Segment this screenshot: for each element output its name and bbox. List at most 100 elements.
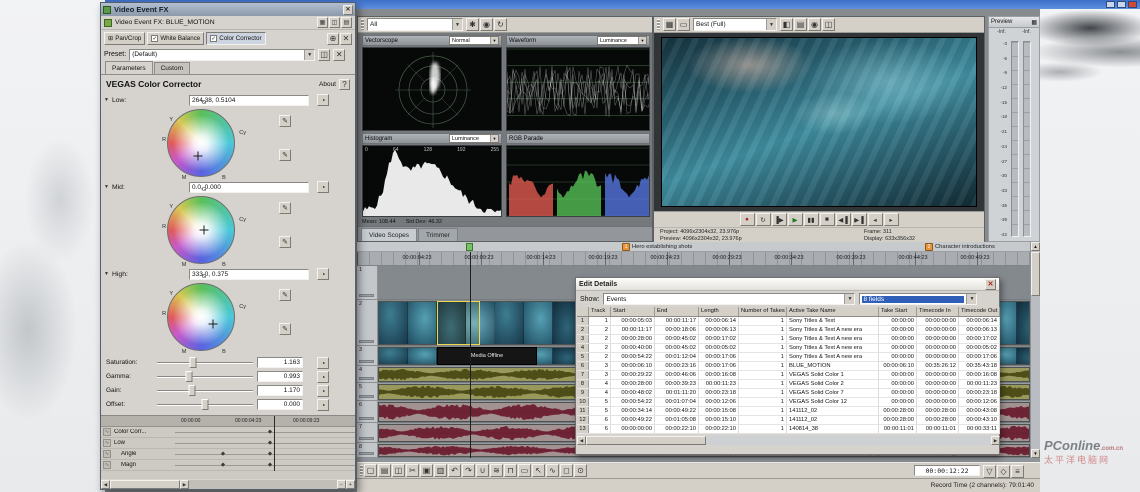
keyframe-ruler[interactable]: 00:00:0000:00:04:2300:00:09:23: [101, 416, 355, 427]
checkbox-checked-icon[interactable]: ✓: [210, 35, 217, 42]
chain-button-white-balance[interactable]: ✓ White Balance: [147, 32, 204, 45]
keyframe-row-magn[interactable]: ∿Magn◆◆: [101, 460, 355, 471]
offset-slider[interactable]: [157, 398, 253, 411]
tab-trimmer[interactable]: Trimmer: [418, 228, 458, 241]
copy-icon[interactable]: ▣: [420, 464, 433, 477]
saturation-value-field[interactable]: 1.163: [257, 357, 303, 368]
edit-details-hscrollbar[interactable]: ◀ ▶: [577, 436, 1000, 445]
color-wheel-mid[interactable]: GCyBMRY: [161, 193, 251, 268]
wheel-value-field[interactable]: 333.0, 0.375: [189, 269, 309, 280]
saturation-slider[interactable]: [157, 356, 253, 369]
keyframe-lane[interactable]: ◆: [175, 427, 355, 437]
keyframe-row-colorcorr[interactable]: ∿Color Corr...◆: [101, 427, 355, 438]
paste-icon[interactable]: ▥: [434, 464, 447, 477]
eyedropper-icon[interactable]: ✎: [279, 202, 291, 214]
auto-ripple-icon[interactable]: ≋: [490, 464, 503, 477]
collapse-icon[interactable]: ▼: [104, 184, 109, 190]
keyframe-row-angle[interactable]: ∿Angle◆◆: [101, 449, 355, 460]
more-tools-icon[interactable]: ≡: [1011, 465, 1024, 478]
wheel-crosshair[interactable]: [194, 152, 203, 161]
animate-high-icon[interactable]: ◔: [317, 268, 329, 280]
scope-source-dropdown[interactable]: All▼: [367, 18, 463, 31]
column-header-active-take-name[interactable]: Active Take Name: [787, 307, 879, 316]
slider-thumb[interactable]: [185, 371, 192, 382]
fx-window-title-bar[interactable]: Video Event FX ✕: [101, 3, 355, 16]
color-wheel[interactable]: [167, 109, 235, 177]
timeline-marker[interactable]: 2Character introductions: [925, 243, 995, 251]
track-fader[interactable]: [359, 417, 374, 420]
scope-settings-icon[interactable]: ✱: [466, 18, 479, 31]
curve-type-icon[interactable]: ∿: [103, 450, 111, 458]
minimize-button[interactable]: [1106, 1, 1115, 8]
checkbox-checked-icon[interactable]: ✓: [151, 35, 158, 42]
next-frame-button[interactable]: ▸: [884, 213, 899, 226]
scroll-left-icon[interactable]: ◀: [577, 436, 586, 445]
histogram-mode-dropdown[interactable]: Luminance▼: [449, 134, 499, 143]
table-row[interactable]: 10500:00:54:2200:01:07:0400:00:12:061VEG…: [577, 398, 1000, 407]
column-header-take-start[interactable]: Take Start: [879, 307, 917, 316]
wheel-crosshair[interactable]: [200, 226, 209, 235]
track-header-1[interactable]: 1: [357, 266, 378, 300]
eyedropper-complement-icon[interactable]: ✎: [279, 149, 291, 161]
fields-dropdown[interactable]: 8 fields▼: [859, 293, 977, 305]
offset-value-field[interactable]: 0.000: [257, 399, 303, 410]
enable-snapping-icon[interactable]: ∪: [476, 464, 489, 477]
table-row[interactable]: 9400:00:48:0200:01:11:2000:00:23:181VEGA…: [577, 389, 1000, 398]
loop-playback-button[interactable]: ↻: [756, 213, 771, 226]
undo-icon[interactable]: ↶: [448, 464, 461, 477]
keyframe-lane[interactable]: ◆: [175, 438, 355, 448]
track-header-8[interactable]: 8: [357, 443, 378, 458]
maximize-button[interactable]: [1117, 1, 1126, 8]
table-row[interactable]: 4200:00:40:0000:00:45:0200:00:05:021Sony…: [577, 344, 1000, 353]
marker-tool-icon[interactable]: ▽: [983, 465, 996, 478]
about-link[interactable]: About: [319, 81, 336, 88]
keyframe-lane[interactable]: ◆◆: [175, 449, 355, 459]
cursor-timecode-display[interactable]: 00:00:12:22: [914, 465, 980, 476]
preview-quality-dropdown[interactable]: Best (Full)▼: [693, 18, 777, 31]
column-header-timecode-out[interactable]: Timecode Out: [959, 307, 1000, 316]
help-icon[interactable]: ?: [339, 79, 350, 90]
play-button[interactable]: ▶: [788, 213, 803, 226]
animate-gain-icon[interactable]: ◔: [317, 385, 329, 397]
remove-plugin-icon[interactable]: ✕: [340, 33, 352, 45]
column-header-start[interactable]: Start: [611, 307, 655, 316]
timeline-vertical-scrollbar[interactable]: ▲ ▼: [1030, 242, 1040, 458]
tab-custom[interactable]: Custom: [154, 62, 190, 74]
lock-envelopes-icon[interactable]: ⊓: [504, 464, 517, 477]
table-row[interactable]: 12600:00:49:2200:01:05:0800:00:15:101141…: [577, 416, 1000, 425]
time-ruler[interactable]: 00:00:04:2300:00:09:2300:00:14:2300:00:1…: [357, 252, 1040, 266]
go-to-end-button[interactable]: ▶▐: [852, 213, 867, 226]
options-menu-icon[interactable]: ▤: [341, 17, 352, 28]
meter-options-icon[interactable]: ▦: [1031, 19, 1037, 26]
wheel-crosshair[interactable]: [209, 320, 218, 329]
media-offline-event[interactable]: Media Offline: [437, 347, 537, 365]
scrollbar-thumb[interactable]: [1031, 252, 1040, 296]
animate-low-icon[interactable]: ◔: [317, 94, 329, 106]
chain-button-color-corrector[interactable]: ✓ Color Corrector: [206, 32, 265, 45]
table-row[interactable]: 2200:00:11:1700:00:18:0600:00:06:131Sony…: [577, 326, 1000, 335]
column-header-length[interactable]: Length: [699, 307, 739, 316]
preset-dropdown[interactable]: (Default)▼: [129, 49, 315, 61]
edit-details-title-bar[interactable]: Edit Details ✕: [576, 278, 999, 291]
gain-slider[interactable]: [157, 384, 253, 397]
copy-snapshot-icon[interactable]: ◉: [480, 18, 493, 31]
track-fader[interactable]: [359, 377, 374, 380]
column-header-timecode-in[interactable]: Timecode In: [917, 307, 959, 316]
split-screen-icon[interactable]: ◧: [780, 18, 793, 31]
tab-video-scopes[interactable]: Video Scopes: [361, 228, 417, 241]
scroll-up-icon[interactable]: ▲: [1031, 242, 1040, 251]
table-row[interactable]: 6300:00:06:1000:00:23:1600:00:17:061BLUE…: [577, 362, 1000, 371]
vectorscope-mode-dropdown[interactable]: Normal▼: [449, 36, 499, 45]
toolbar-grip[interactable]: [361, 19, 364, 30]
play-from-start-button[interactable]: ▐▶: [772, 213, 787, 226]
gamma-slider[interactable]: [157, 370, 253, 383]
new-project-icon[interactable]: ▢: [364, 464, 377, 477]
collapse-icon[interactable]: ▼: [104, 97, 109, 103]
keyframe-lane[interactable]: ◆◆: [175, 460, 355, 470]
scrollbar-thumb[interactable]: [586, 436, 706, 445]
marker-flag-green[interactable]: [466, 243, 473, 251]
eyedropper-icon[interactable]: ✎: [279, 289, 291, 301]
meter-left-channel[interactable]: [1011, 41, 1019, 237]
track-header-5[interactable]: 5: [357, 383, 378, 401]
gain-value-field[interactable]: 1.170: [257, 385, 303, 396]
